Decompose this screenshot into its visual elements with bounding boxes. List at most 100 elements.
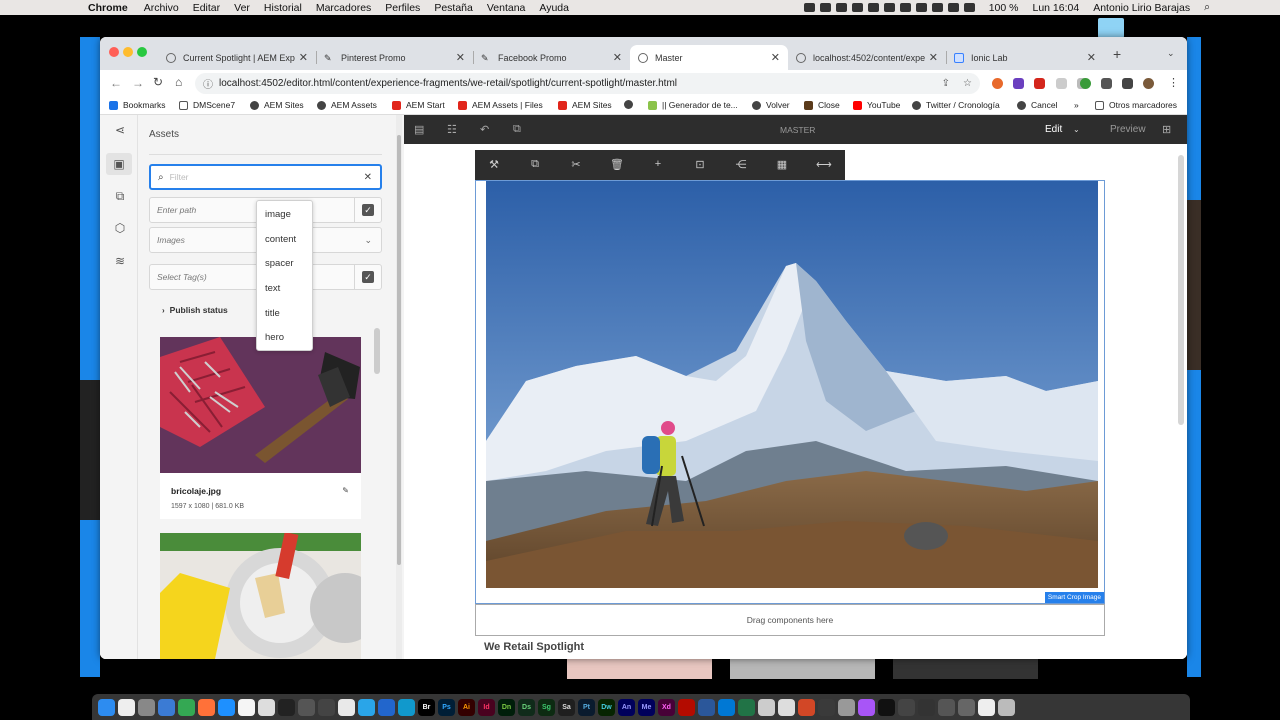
app-icon[interactable] bbox=[138, 698, 155, 716]
app-icon[interactable]: Sa bbox=[558, 698, 575, 716]
bookmark-item[interactable]: Cancel bbox=[1017, 100, 1057, 110]
back-button[interactable]: ← bbox=[110, 76, 122, 90]
chrome-icon[interactable] bbox=[178, 698, 195, 716]
menubar-item-pestana[interactable]: Pestaña bbox=[434, 2, 473, 14]
tab-pinterest-promo[interactable]: ✎ Pinterest Promo ✕ bbox=[316, 45, 473, 70]
suggestion-item[interactable]: spacer bbox=[265, 258, 294, 269]
app-icon[interactable] bbox=[938, 698, 955, 716]
delete-icon[interactable]: 🗑 bbox=[610, 158, 624, 171]
trash-icon[interactable] bbox=[998, 698, 1015, 716]
menubar-item-ver[interactable]: Ver bbox=[234, 2, 250, 14]
reload-button[interactable]: ↻ bbox=[153, 75, 163, 89]
clear-icon[interactable]: ✕ bbox=[364, 172, 372, 183]
asset-card[interactable] bbox=[160, 533, 361, 659]
close-icon[interactable]: ✕ bbox=[456, 51, 465, 64]
status-tray-icons[interactable] bbox=[803, 3, 975, 12]
app-icon[interactable] bbox=[258, 698, 275, 716]
xd-icon[interactable]: Xd bbox=[658, 698, 675, 716]
app-icon[interactable]: Pt bbox=[578, 698, 595, 716]
document-icon[interactable] bbox=[978, 698, 995, 716]
annotations-icon[interactable]: ⊞ bbox=[1162, 123, 1171, 136]
launchpad-icon[interactable] bbox=[118, 698, 135, 716]
minimize-window-button[interactable] bbox=[123, 47, 133, 57]
tab-localhost[interactable]: localhost:4502/content/expe ✕ bbox=[788, 45, 946, 70]
more-menu-icon[interactable]: ⋮ bbox=[1168, 76, 1179, 89]
star-icon[interactable]: ☆ bbox=[963, 78, 972, 89]
photos-icon[interactable] bbox=[338, 698, 355, 716]
bookmark-item[interactable]: Twitter / Cronología bbox=[912, 100, 1000, 110]
image-component[interactable]: Smart Crop Image bbox=[475, 180, 1105, 604]
group-icon[interactable]: ⊡ bbox=[693, 158, 707, 171]
app-icon[interactable] bbox=[958, 698, 975, 716]
bookmark-item[interactable]: DMScene7 bbox=[179, 100, 235, 110]
panel-scrollbar[interactable] bbox=[396, 115, 402, 659]
avatar[interactable] bbox=[1143, 78, 1154, 89]
menubar-item-archivo[interactable]: Archivo bbox=[144, 2, 179, 14]
chevron-down-icon[interactable]: ⌄ bbox=[1073, 125, 1080, 134]
extension-icon[interactable] bbox=[1013, 78, 1024, 89]
tab-search-chevron-icon[interactable]: ⌄ bbox=[1167, 48, 1175, 59]
close-window-button[interactable] bbox=[109, 47, 119, 57]
forward-button[interactable]: → bbox=[132, 76, 144, 90]
close-icon[interactable]: ✕ bbox=[1087, 51, 1096, 64]
suggestion-item[interactable]: content bbox=[265, 234, 296, 245]
tab-ionic-lab[interactable]: Ionic Lab ✕ bbox=[946, 45, 1104, 70]
path-browse-button[interactable]: ✓ bbox=[354, 197, 381, 223]
app-icon[interactable] bbox=[918, 698, 935, 716]
extension-icon[interactable] bbox=[992, 78, 1003, 89]
reading-list-icon[interactable] bbox=[1122, 78, 1133, 89]
suggestion-item[interactable]: text bbox=[265, 283, 280, 294]
menubar-item-editar[interactable]: Editar bbox=[193, 2, 220, 14]
assets-icon[interactable]: ▣ bbox=[106, 153, 132, 175]
undo-icon[interactable]: ↶ bbox=[480, 123, 489, 136]
bookmark-item[interactable]: AEM Sites bbox=[250, 100, 304, 110]
bookmark-item[interactable]: Close bbox=[804, 100, 840, 110]
app-icon[interactable] bbox=[298, 698, 315, 716]
edit-icon[interactable]: ✎ bbox=[342, 486, 349, 495]
tab-current-spotlight[interactable]: Current Spotlight | AEM Expe ✕ bbox=[158, 45, 316, 70]
app-icon[interactable] bbox=[818, 698, 835, 716]
podcasts-icon[interactable] bbox=[858, 698, 875, 716]
site-info-icon[interactable]: ⓘ bbox=[203, 76, 213, 91]
suggestion-item[interactable]: hero bbox=[265, 332, 284, 343]
asset-list-scrollbar[interactable] bbox=[374, 328, 380, 374]
word-icon[interactable] bbox=[698, 698, 715, 716]
share-icon[interactable]: ⋖ bbox=[113, 123, 127, 137]
bookmark-item[interactable]: AEM Assets bbox=[317, 100, 377, 110]
wrench-icon[interactable]: ⚒ bbox=[487, 158, 501, 171]
cut-icon[interactable]: ✂ bbox=[569, 158, 583, 171]
extension-icon[interactable] bbox=[1056, 78, 1067, 89]
menubar-item-historial[interactable]: Historial bbox=[264, 2, 302, 14]
app-icon[interactable] bbox=[758, 698, 775, 716]
publish-status-toggle[interactable]: › Publish status bbox=[162, 305, 228, 315]
mode-select[interactable]: Edit bbox=[1045, 124, 1062, 135]
cube-icon[interactable]: ⬡ bbox=[113, 221, 127, 235]
dimension-icon[interactable]: Dn bbox=[498, 698, 515, 716]
download-icon[interactable] bbox=[1080, 78, 1091, 89]
asset-card[interactable]: bricolaje.jpg 1597 x 1080 | 681.0 KB ✎ bbox=[160, 337, 361, 519]
safari-icon[interactable] bbox=[218, 698, 235, 716]
menubar-app[interactable]: Chrome bbox=[88, 2, 128, 14]
bookmarks-overflow-button[interactable]: » bbox=[1074, 100, 1079, 110]
new-tab-button[interactable]: + bbox=[1113, 46, 1121, 62]
app-icon[interactable] bbox=[838, 698, 855, 716]
parent-icon[interactable]: ⋲ bbox=[734, 158, 748, 171]
drag-components-here[interactable]: Drag components here bbox=[475, 604, 1105, 636]
editor-scrollbar[interactable] bbox=[1178, 155, 1184, 425]
bookmark-item[interactable]: Bookmarks bbox=[109, 100, 166, 110]
home-button[interactable]: ⌂ bbox=[175, 75, 182, 89]
user-name[interactable]: Antonio Lirio Barajas bbox=[1093, 2, 1190, 14]
zoom-window-button[interactable] bbox=[137, 47, 147, 57]
suggestion-item[interactable]: title bbox=[265, 308, 280, 319]
close-icon[interactable]: ✕ bbox=[613, 51, 622, 64]
terminal-icon[interactable] bbox=[278, 698, 295, 716]
layers-icon[interactable]: ≋ bbox=[113, 254, 127, 268]
scrollbar-thumb[interactable] bbox=[397, 135, 401, 565]
app-icon[interactable] bbox=[378, 698, 395, 716]
insert-icon[interactable]: + bbox=[651, 158, 665, 170]
filter-input[interactable]: ⌕ Filter ✕ bbox=[149, 164, 382, 190]
puzzle-icon[interactable] bbox=[1101, 78, 1112, 89]
acrobat-icon[interactable] bbox=[678, 698, 695, 716]
close-icon[interactable]: ✕ bbox=[929, 51, 938, 64]
media-encoder-icon[interactable]: Me bbox=[638, 698, 655, 716]
